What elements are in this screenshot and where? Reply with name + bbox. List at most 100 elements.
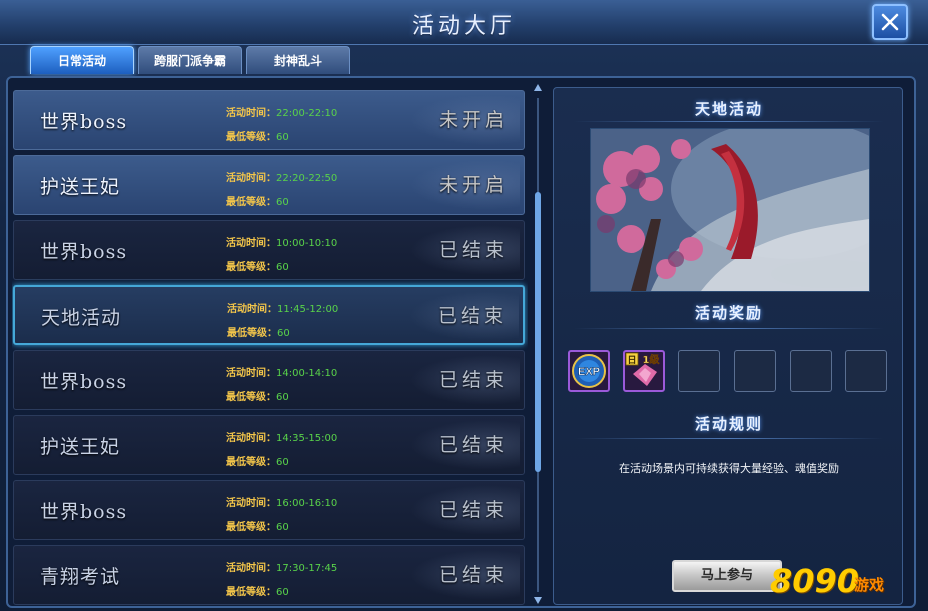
level-value: 60 [276, 457, 289, 468]
watermark-number: 8090 [770, 562, 860, 600]
activity-name: 青翔考试 [40, 566, 121, 588]
level-value: 60 [276, 587, 289, 598]
level-label: 最低等级： [226, 197, 276, 208]
reward-slot-empty [790, 350, 832, 392]
time-label: 活动时间： [226, 173, 276, 184]
activity-row[interactable]: 护送王妃 活动时间：14:35-15:00 最低等级：60 已结束 [13, 415, 525, 475]
activity-level: 最低等级：60 [226, 518, 289, 533]
time-label: 活动时间： [227, 304, 277, 315]
divider [574, 328, 884, 329]
close-icon [881, 13, 899, 31]
exp-text: EXP [578, 366, 600, 378]
gem-level-badge: 1级 [643, 353, 661, 366]
site-watermark-logo: 8090 游戏 [770, 560, 920, 606]
title-bar: 活动大厅 [0, 0, 928, 45]
activity-time: 活动时间：17:30-17:45 [226, 559, 337, 574]
level-value: 60 [276, 392, 289, 403]
activity-time: 活动时间：22:00-22:10 [226, 104, 337, 119]
scene-illustration [591, 129, 869, 291]
activity-scene-picture [590, 128, 870, 292]
time-label: 活动时间： [226, 498, 276, 509]
time-value: 22:20-22:50 [276, 173, 338, 184]
activity-row[interactable]: 世界boss 活动时间：22:00-22:10 最低等级：60 未开启 [13, 90, 525, 150]
time-value: 17:30-17:45 [276, 563, 338, 574]
activity-row[interactable]: 世界boss 活动时间：10:00-10:10 最低等级：60 已结束 [13, 220, 525, 280]
divider [574, 438, 884, 439]
divider [574, 121, 884, 122]
watermark-text: 游戏 [854, 576, 885, 594]
activity-level: 最低等级：60 [226, 193, 289, 208]
activity-level: 最低等级：60 [226, 258, 289, 273]
rules-title: 活动规则 [694, 415, 763, 433]
activity-detail-panel: 天地活动 活动奖励 EXP 日 1级 活动规则 在活动场景内可持续获得大量经验、… [553, 87, 903, 605]
level-value: 60 [276, 262, 289, 273]
activity-status: 已结束 [438, 499, 508, 521]
activity-name: 世界boss [40, 111, 128, 133]
reward-slots: EXP 日 1级 [566, 350, 902, 394]
activity-name: 护送王妃 [40, 176, 121, 198]
time-label: 活动时间： [226, 108, 276, 119]
detail-title: 天地活动 [694, 100, 763, 118]
activity-time: 活动时间：22:20-22:50 [226, 169, 337, 184]
activity-level: 最低等级：60 [226, 583, 289, 598]
activity-status: 已结束 [437, 305, 507, 327]
activity-name: 护送王妃 [40, 436, 121, 458]
activity-row[interactable]: 世界boss 活动时间：14:00-14:10 最低等级：60 已结束 [13, 350, 525, 410]
activity-row[interactable]: 世界boss 活动时间：16:00-16:10 最低等级：60 已结束 [13, 480, 525, 540]
reward-slot[interactable]: 日 1级 [623, 350, 665, 392]
activity-level: 最低等级：60 [226, 388, 289, 403]
level-label: 最低等级： [226, 132, 276, 143]
level-label: 最低等级： [226, 457, 276, 468]
join-now-button[interactable]: 马上参与 [672, 560, 782, 592]
level-value: 60 [276, 132, 289, 143]
time-value: 14:35-15:00 [276, 433, 338, 444]
gem-day-text: 日 [627, 355, 636, 366]
activity-name: 世界boss [40, 371, 128, 393]
scroll-thumb[interactable] [535, 192, 541, 472]
time-value: 11:45-12:00 [277, 304, 339, 315]
level-label: 最低等级： [226, 392, 276, 403]
activity-hall-window: 活动大厅 日常活动 跨服门派争霸 封神乱斗 世界boss 活动时间：22:00-… [0, 0, 928, 611]
exp-icon: EXP [572, 354, 606, 388]
time-label: 活动时间： [226, 563, 276, 574]
activity-level: 最低等级：60 [226, 128, 289, 143]
activity-status: 已结束 [438, 369, 508, 391]
level-label: 最低等级： [226, 587, 276, 598]
level-value: 60 [277, 328, 290, 339]
scroll-down-arrow-icon[interactable] [532, 594, 544, 606]
activity-status: 已结束 [438, 239, 508, 261]
reward-slot-empty [845, 350, 887, 392]
time-value: 22:00-22:10 [276, 108, 338, 119]
window-title: 活动大厅 [411, 14, 516, 39]
time-value: 16:00-16:10 [276, 498, 338, 509]
time-value: 10:00-10:10 [276, 238, 338, 249]
scroll-up-arrow-icon[interactable] [532, 82, 544, 94]
tab-cross-server-sect-war[interactable]: 跨服门派争霸 [138, 46, 242, 74]
activity-row[interactable]: 天地活动 活动时间：11:45-12:00 最低等级：60 已结束 [13, 285, 525, 345]
activity-name: 世界boss [40, 501, 128, 523]
time-label: 活动时间： [226, 238, 276, 249]
reward-slot[interactable]: EXP [568, 350, 610, 392]
activity-list-scrollbar[interactable] [532, 82, 544, 608]
activity-level: 最低等级：60 [226, 453, 289, 468]
activity-status: 未开启 [438, 174, 508, 196]
rewards-title: 活动奖励 [694, 304, 763, 322]
reward-slot-empty [678, 350, 720, 392]
gem-icon: 日 1级 [625, 352, 661, 386]
tab-daily-activities[interactable]: 日常活动 [30, 46, 134, 74]
activity-time: 活动时间：14:35-15:00 [226, 429, 337, 444]
activity-row[interactable]: 青翔考试 活动时间：17:30-17:45 最低等级：60 已结束 [13, 545, 525, 605]
activity-time: 活动时间：10:00-10:10 [226, 234, 337, 249]
activity-name: 天地活动 [41, 307, 122, 329]
activity-name: 世界boss [40, 241, 128, 263]
time-label: 活动时间： [226, 368, 276, 379]
close-button[interactable] [872, 4, 908, 40]
activity-time: 活动时间：11:45-12:00 [227, 300, 338, 315]
activity-status: 未开启 [438, 109, 508, 131]
level-label: 最低等级： [227, 328, 277, 339]
time-label: 活动时间： [226, 433, 276, 444]
activity-row[interactable]: 护送王妃 活动时间：22:20-22:50 最低等级：60 未开启 [13, 155, 525, 215]
reward-slot-empty [734, 350, 776, 392]
activity-list: 世界boss 活动时间：22:00-22:10 最低等级：60 未开启 护送王妃… [12, 90, 528, 606]
tab-fengshen-melee[interactable]: 封神乱斗 [246, 46, 350, 74]
